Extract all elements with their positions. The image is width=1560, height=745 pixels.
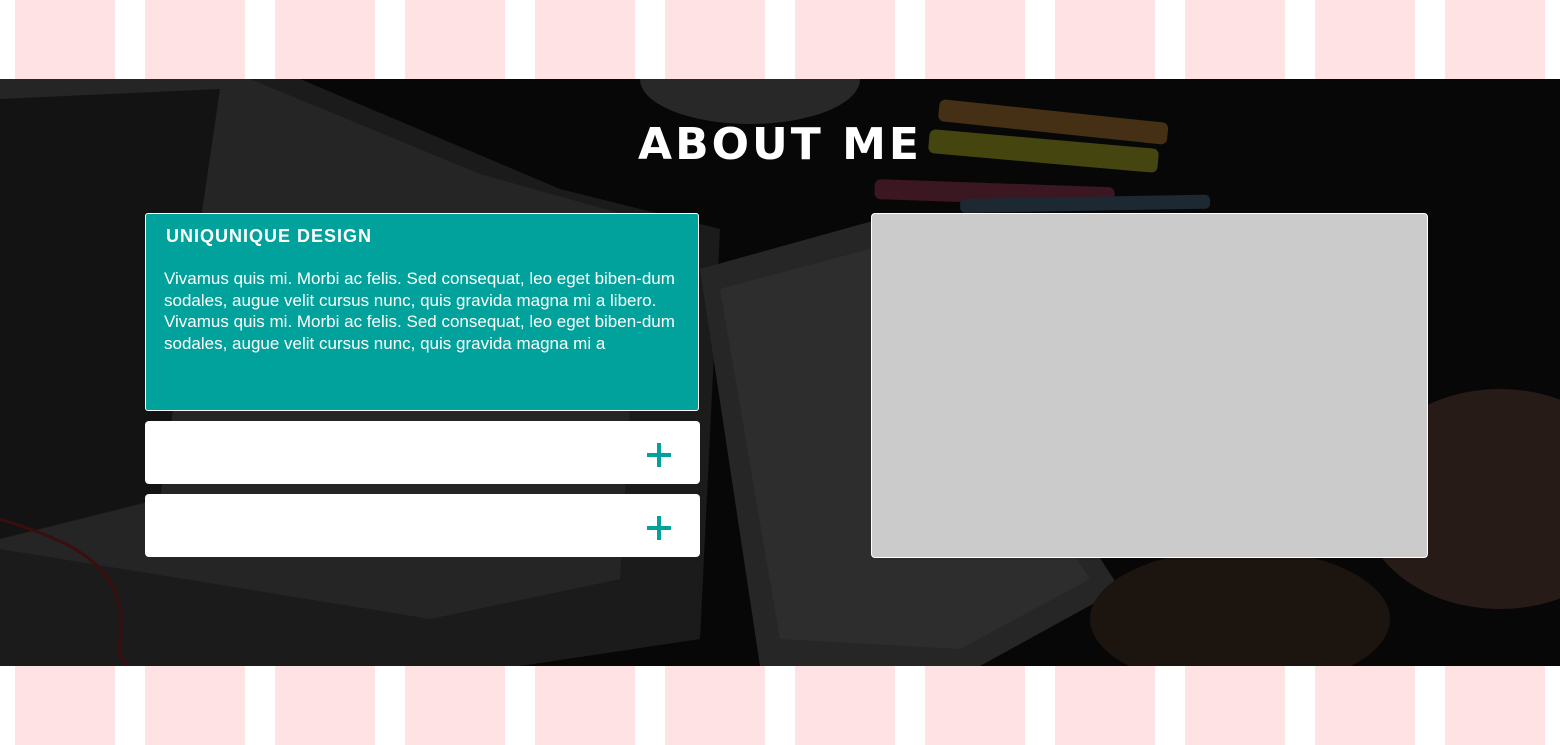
accordion-panel-collapsed[interactable] — [145, 421, 700, 484]
accordion-paragraph: Vivamus quis mi. Morbi ac felis. Sed con… — [164, 269, 675, 310]
about-section: ABOUT ME UNIQUNIQUE DESIGN Vivamus quis … — [0, 79, 1560, 666]
decorative-stripes-bottom — [0, 666, 1560, 745]
plus-icon[interactable] — [647, 443, 671, 467]
decorative-stripes-top — [0, 0, 1560, 79]
plus-icon[interactable] — [647, 516, 671, 540]
section-title: ABOUT ME — [638, 119, 922, 170]
media-placeholder — [871, 213, 1428, 558]
accordion-panel-collapsed[interactable] — [145, 494, 700, 557]
accordion-body: Vivamus quis mi. Morbi ac felis. Sed con… — [164, 268, 686, 354]
accordion-heading[interactable]: UNIQUNIQUE DESIGN — [166, 226, 372, 247]
accordion-panel-open[interactable]: UNIQUNIQUE DESIGN Vivamus quis mi. Morbi… — [145, 213, 699, 411]
accordion-paragraph: Vivamus quis mi. Morbi ac felis. Sed con… — [164, 312, 675, 353]
